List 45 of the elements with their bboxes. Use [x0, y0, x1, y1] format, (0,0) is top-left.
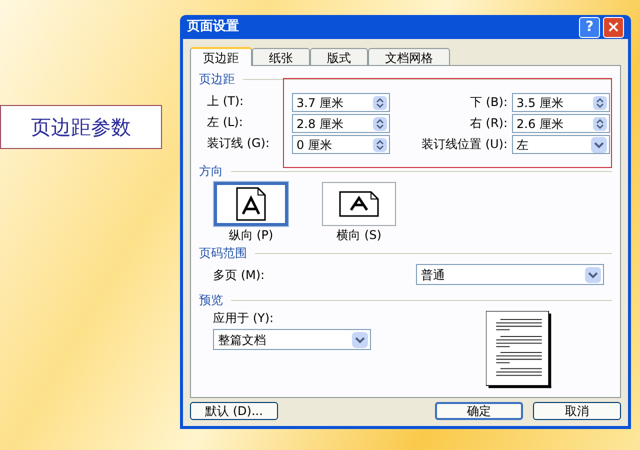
section-heading: 页边距 [199, 71, 235, 88]
orientation-option[interactable] [214, 182, 288, 226]
spinner-arrows-icon[interactable] [372, 116, 387, 130]
field-label: 右 (R): [470, 115, 508, 132]
callout-label: 页边距参数 [0, 105, 162, 149]
tab[interactable]: 页边距 [190, 47, 252, 66]
dropdown-chevron-icon[interactable] [352, 332, 368, 348]
field-label: 下 (B): [470, 94, 508, 111]
dropdown-field[interactable]: 普通 [416, 264, 604, 285]
help-button[interactable]: ? [579, 16, 600, 38]
spinner-arrows-icon[interactable] [592, 96, 607, 110]
cancel-button[interactable]: 取消 [533, 402, 621, 420]
default-button[interactable]: 默认 (D)... [190, 402, 278, 420]
spinner-arrows-icon[interactable] [372, 138, 387, 152]
orientation-label: 纵向 (P) [228, 227, 274, 244]
field-label: 多页 (M): [213, 266, 265, 284]
ok-button[interactable]: 确定 [435, 402, 523, 420]
tab[interactable]: 版式 [310, 48, 368, 65]
dropdown-field[interactable]: 左 [512, 135, 610, 154]
page-letter-a-icon [339, 191, 379, 217]
field-label: 装订线 (G): [207, 135, 271, 152]
dropdown-field[interactable]: 整篇文档 [213, 329, 371, 350]
spin-field[interactable]: 2.6 厘米 [512, 114, 610, 133]
spinner-arrows-icon[interactable] [592, 116, 607, 130]
tab[interactable]: 纸张 [252, 48, 310, 65]
section-heading: 预览 [199, 292, 223, 309]
spin-field[interactable]: 3.5 厘米 [512, 93, 610, 112]
spin-field[interactable]: 0 厘米 [292, 135, 390, 154]
field-label: 应用于 (Y): [213, 310, 275, 327]
spinner-arrows-icon[interactable] [372, 96, 387, 110]
field-label: 上 (T): [207, 93, 245, 110]
dropdown-chevron-icon[interactable] [590, 136, 607, 152]
field-label: 装订线位置 (U): [422, 136, 508, 153]
orientation-option[interactable] [322, 182, 396, 226]
close-button[interactable]: × [603, 16, 624, 38]
window-title: 页面设置 [187, 18, 239, 36]
section-heading: 页码范围 [199, 245, 247, 262]
orientation-label: 横向 (S) [336, 227, 382, 244]
spin-field[interactable]: 2.8 厘米 [292, 114, 390, 133]
dropdown-chevron-icon[interactable] [585, 266, 601, 282]
field-label: 左 (L): [207, 114, 244, 131]
tab[interactable]: 文档网格 [368, 48, 450, 65]
page-letter-a-icon [236, 187, 266, 221]
section-heading: 方向 [199, 163, 223, 180]
spin-field[interactable]: 3.7 厘米 [292, 93, 390, 112]
